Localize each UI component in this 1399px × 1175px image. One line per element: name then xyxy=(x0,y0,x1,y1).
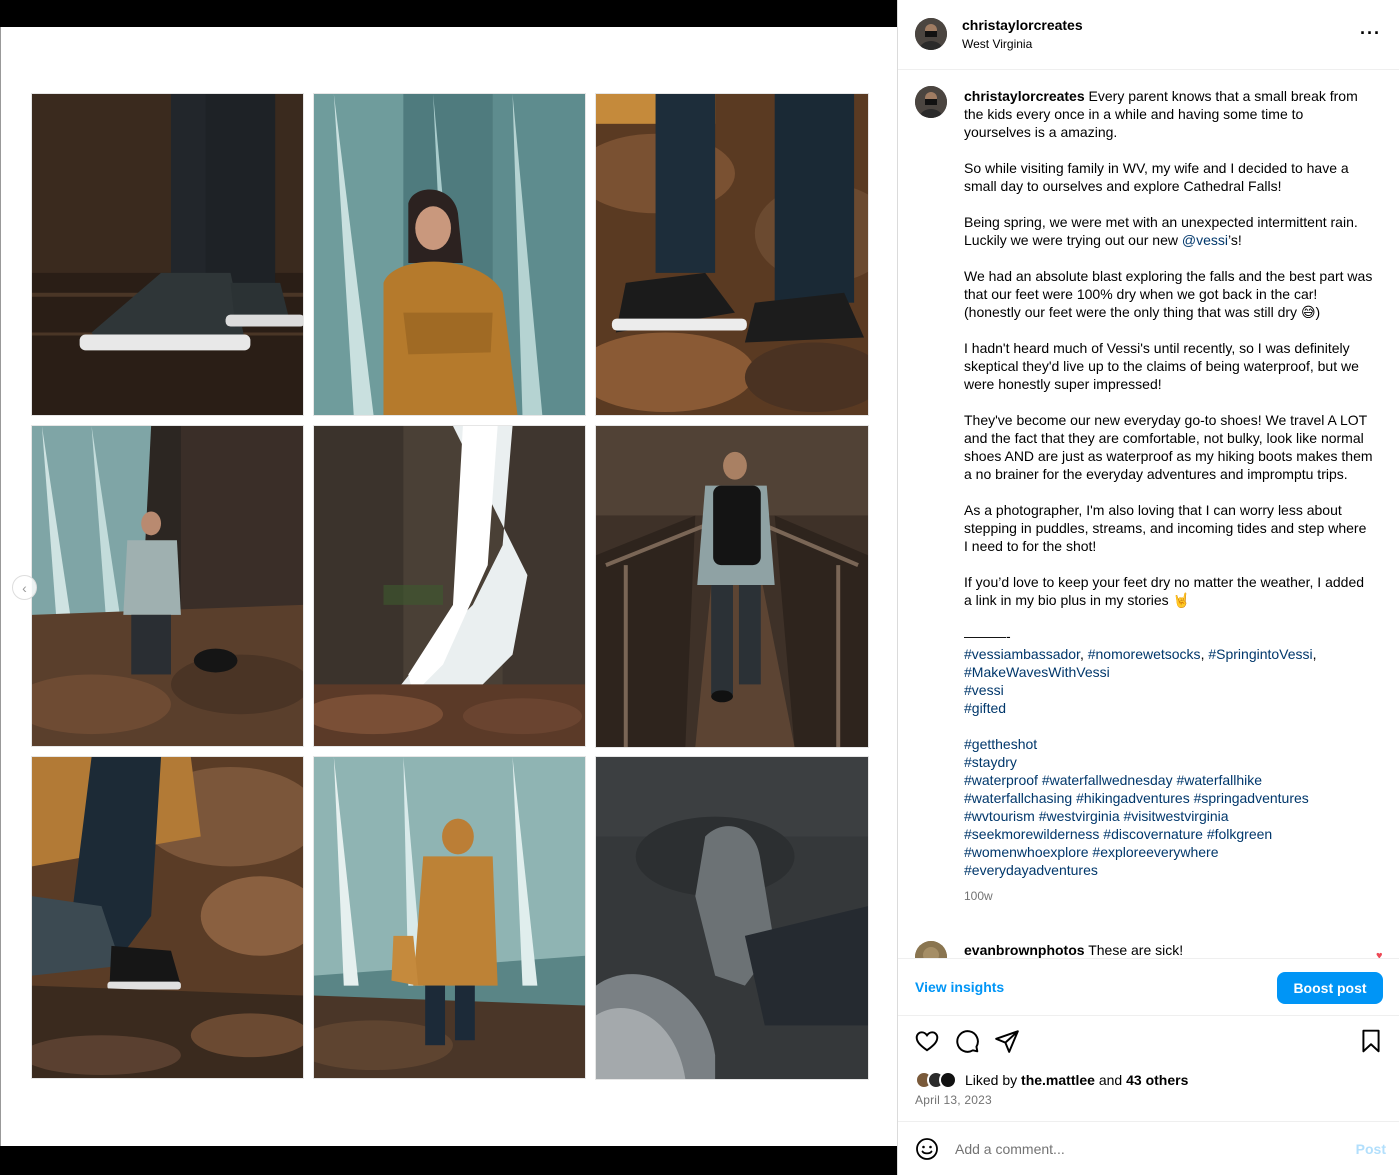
hashtag-link[interactable]: #folkgreen xyxy=(1207,826,1272,842)
post-date: April 13, 2023 xyxy=(915,1093,992,1107)
liker-avatar xyxy=(939,1071,957,1089)
hashtag-link[interactable]: #waterproof xyxy=(964,772,1038,788)
add-comment-bar: Post xyxy=(898,1121,1399,1175)
hashtag-link[interactable]: #exploreeverywhere xyxy=(1092,844,1218,860)
post-modal: ‹ christaylorcreates West Virginia ··· c… xyxy=(0,0,1399,1175)
share-icon[interactable] xyxy=(994,1028,1020,1054)
photo-collage xyxy=(31,93,869,1080)
hashtag-link[interactable]: #MakeWavesWithVessi xyxy=(964,664,1110,680)
caption-username[interactable]: christaylorcreates xyxy=(964,88,1085,104)
mention-link[interactable]: @vessi xyxy=(1182,232,1228,248)
post-comment-button[interactable]: Post xyxy=(1356,1141,1386,1157)
photo-shoes-on-rocks xyxy=(595,93,869,416)
chevron-left-icon: ‹ xyxy=(22,579,27,596)
post-location[interactable]: West Virginia xyxy=(962,37,1032,51)
hashtag-line: #gettheshot xyxy=(964,735,1374,753)
post-media: ‹ xyxy=(0,27,897,1146)
hashtag-line: #everydayadventures xyxy=(964,861,1374,879)
hashtag-link[interactable]: #visitwestvirginia xyxy=(1124,808,1229,824)
hashtag-link[interactable]: #waterfallwednesday xyxy=(1042,772,1173,788)
post-sidebar: christaylorcreates West Virginia ··· chr… xyxy=(897,0,1399,1175)
hashtag-line: #wvtourism #westvirginia #visitwestvirgi… xyxy=(964,807,1374,825)
caption-author-avatar[interactable] xyxy=(915,86,947,118)
photo-shoe-pov xyxy=(595,756,869,1080)
hashtag-link[interactable]: #hikingadventures xyxy=(1076,790,1190,806)
hashtag-block: #gettheshot #staydry #waterproof #waterfal… xyxy=(964,735,1374,879)
post-caption: christaylorcreates Every parent knows th… xyxy=(964,87,1374,905)
hashtag-line: #vessiambassador, #nomorewetsocks, #Spri… xyxy=(964,646,1317,662)
caption-paragraph-5: I hadn't heard much of Vessi's until rec… xyxy=(964,340,1359,392)
hashtag-line: #staydry xyxy=(964,753,1374,771)
liker-username[interactable]: the.mattlee xyxy=(1021,1072,1095,1088)
emoji-icon[interactable] xyxy=(915,1137,939,1161)
commenter-username[interactable]: evanbrownphotos xyxy=(964,942,1085,958)
photo-man-on-bridge xyxy=(595,425,869,748)
caption-paragraph-6: They've become our new everyday go-to sh… xyxy=(964,412,1373,482)
comment-item: evanbrownphotos These are sick! xyxy=(964,942,1183,958)
likes-text: Liked by the.mattlee and 43 others xyxy=(965,1072,1189,1088)
photo-woman-photographing-falls xyxy=(313,756,586,1079)
boost-post-button[interactable]: Boost post xyxy=(1277,972,1383,1004)
action-icons xyxy=(898,1028,1399,1058)
hashtag-link[interactable]: #waterfallhike xyxy=(1176,772,1262,788)
caption-paragraph-8: If you’d love to keep your feet dry no m… xyxy=(964,574,1365,608)
post-age[interactable]: 100w xyxy=(964,887,1374,905)
caption-paragraph-2: So while visiting family in WV, my wife … xyxy=(964,160,1349,194)
hashtag-link[interactable]: #gettheshot xyxy=(964,736,1037,752)
hashtag-link[interactable]: #nomorewetsocks xyxy=(1088,646,1201,662)
hashtag-link[interactable]: #discovernature xyxy=(1103,826,1203,842)
hashtag-line: #womenwhoexplore #exploreeverywhere xyxy=(964,843,1374,861)
hashtag-line: #seekmorewilderness #discovernature #fol… xyxy=(964,825,1374,843)
insights-bar: View insights Boost post xyxy=(898,958,1399,1016)
photo-walking-on-rocks xyxy=(31,756,304,1079)
comment-text: These are sick! xyxy=(1088,942,1184,958)
hashtag-link[interactable]: #staydry xyxy=(964,754,1017,770)
caption-paragraph-7: As a photographer, I'm also loving that … xyxy=(964,502,1367,554)
hashtag-link[interactable]: #gifted xyxy=(964,700,1006,716)
caption-divider: ———- xyxy=(964,628,1011,644)
likes-others[interactable]: 43 others xyxy=(1126,1072,1188,1088)
hashtag-line: #waterproof #waterfallwednesday #waterfa… xyxy=(964,771,1374,789)
caption-paragraph-3: Being spring, we were met with an unexpe… xyxy=(964,214,1358,248)
likes-summary[interactable]: Liked by the.mattlee and 43 others xyxy=(915,1070,1188,1090)
photo-woman-waterfall xyxy=(313,93,586,416)
bookmark-icon[interactable] xyxy=(1358,1028,1384,1054)
comment-input[interactable] xyxy=(955,1134,1315,1164)
hashtag-link[interactable]: #westvirginia xyxy=(1039,808,1120,824)
photo-shoes-wet-floor xyxy=(31,93,304,416)
carousel-previous-button[interactable]: ‹ xyxy=(12,575,37,600)
commenter-avatar[interactable] xyxy=(915,941,947,958)
photo-long-exposure-waterfall xyxy=(313,425,586,747)
view-insights-link[interactable]: View insights xyxy=(915,979,1004,995)
hashtag-link[interactable]: #seekmorewilderness xyxy=(964,826,1099,842)
hashtag-link[interactable]: #everydayadventures xyxy=(964,862,1098,878)
hashtag-link[interactable]: #wvtourism xyxy=(964,808,1035,824)
hashtag-link[interactable]: #vessi xyxy=(964,682,1004,698)
author-username[interactable]: christaylorcreates xyxy=(962,17,1083,33)
comments-scroll[interactable]: christaylorcreates Every parent knows th… xyxy=(898,71,1399,958)
hashtag-link[interactable]: #vessiambassador xyxy=(964,646,1080,662)
author-avatar[interactable] xyxy=(915,18,947,50)
post-header: christaylorcreates West Virginia ··· xyxy=(898,0,1399,70)
hashtag-link[interactable]: #waterfallchasing xyxy=(964,790,1072,806)
comment-icon[interactable] xyxy=(954,1028,980,1054)
hashtag-line: #waterfallchasing #hikingadventures #spr… xyxy=(964,789,1374,807)
photo-man-by-waterfall xyxy=(31,425,304,747)
more-horizontal-icon[interactable]: ··· xyxy=(1360,24,1381,42)
caption-paragraph-4: We had an absolute blast exploring the f… xyxy=(964,268,1373,320)
hashtag-link[interactable]: #SpringintoVessi xyxy=(1208,646,1312,662)
hashtag-link[interactable]: #springadventures xyxy=(1194,790,1309,806)
heart-small-icon[interactable]: ♥ xyxy=(1376,950,1386,958)
heart-icon[interactable] xyxy=(914,1028,940,1054)
hashtag-link[interactable]: #womenwhoexplore xyxy=(964,844,1089,860)
